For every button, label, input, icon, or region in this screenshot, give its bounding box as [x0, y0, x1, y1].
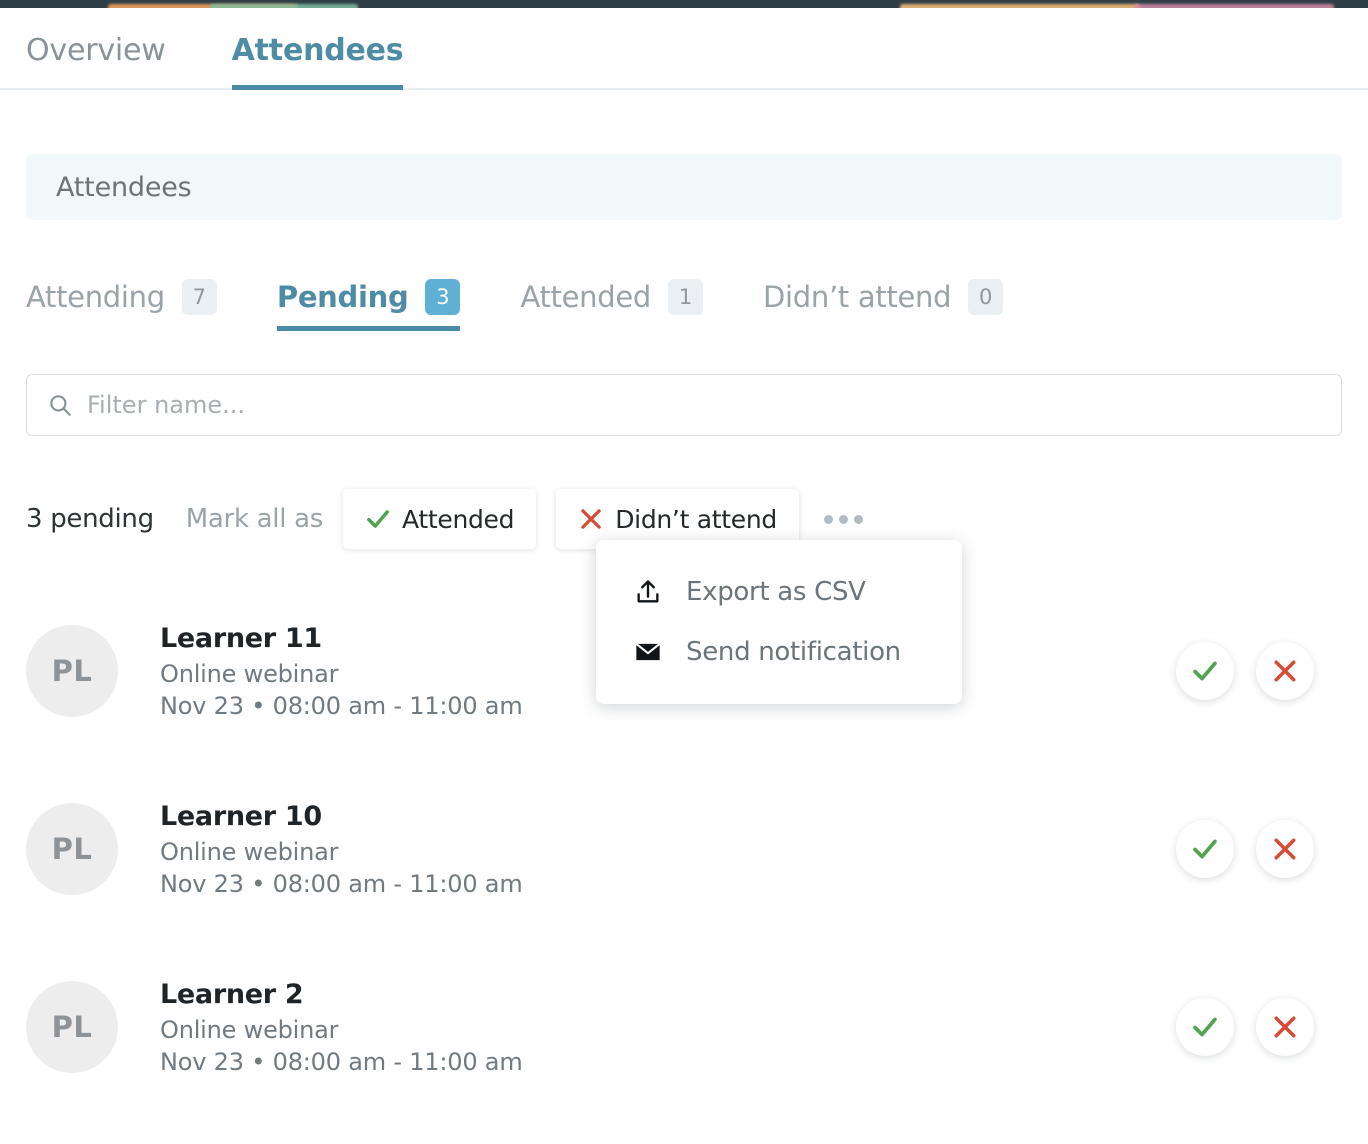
menu-item-export-csv[interactable]: Export as CSV: [596, 562, 962, 622]
mark-didnt-attend-button[interactable]: [1256, 642, 1314, 700]
page-title: Attendees: [56, 171, 192, 203]
menu-item-export-csv-label: Export as CSV: [686, 577, 866, 607]
attendee-row-actions: [1176, 642, 1342, 700]
tab-attendees-label: Attendees: [231, 33, 404, 68]
attendee-session-type: Online webinar: [160, 837, 339, 866]
subtab-pending[interactable]: Pending 3: [276, 268, 461, 331]
check-icon: [1193, 661, 1217, 681]
attendee-session-type: Online webinar: [160, 1015, 339, 1044]
mark-attended-button[interactable]: [1176, 998, 1234, 1056]
check-icon: [1193, 839, 1217, 859]
mark-all-didnt-attend-label: Didn’t attend: [615, 504, 777, 534]
subtab-pending-label: Pending: [276, 280, 409, 314]
attendee-info: Learner 2 Online webinar Nov 23 • 08:00 …: [160, 979, 1176, 1076]
close-icon: [1274, 660, 1296, 682]
filter-field[interactable]: [26, 374, 1342, 436]
subtab-attending-label: Attending: [26, 280, 165, 314]
mark-all-attended-label: Attended: [402, 504, 515, 534]
attendee-info: Learner 10 Online webinar Nov 23 • 08:00…: [160, 801, 1176, 898]
avatar: PL: [26, 625, 118, 717]
menu-item-send-notification-label: Send notification: [686, 637, 901, 667]
attendees-banner: Attendees: [26, 154, 1342, 220]
ellipsis-dot: [854, 514, 864, 524]
bulk-action-bar: 3 pending Mark all as Attended Didn’t at…: [26, 482, 1342, 704]
subtab-didnt-attend[interactable]: Didn’t attend 0: [763, 268, 1004, 326]
check-icon: [367, 510, 389, 528]
attendee-row-actions: [1176, 820, 1342, 878]
check-icon: [1193, 1017, 1217, 1037]
attendee-row: PL Learner 10 Online webinar Nov 23 • 08…: [26, 760, 1342, 938]
more-options-menu: Export as CSV Send notification: [596, 540, 962, 704]
pending-count-label: 3 pending: [26, 504, 154, 534]
mark-all-attended-button[interactable]: Attended: [343, 489, 537, 549]
tab-overview-label: Overview: [26, 33, 166, 68]
search-icon: [50, 395, 71, 416]
attendee-row: PL Learner 2 Online webinar Nov 23 • 08:…: [26, 938, 1342, 1116]
mark-didnt-attend-button[interactable]: [1256, 820, 1314, 878]
envelope-icon: [635, 643, 661, 661]
subtab-attending-count: 7: [181, 279, 217, 315]
attendee-name: Learner 10: [160, 800, 322, 832]
avatar: PL: [26, 803, 118, 895]
page-content: Attendees Attending 7 Pending 3 Attended…: [0, 154, 1368, 1116]
subtab-didnt-attend-label: Didn’t attend: [763, 280, 952, 314]
status-subtabs: Attending 7 Pending 3 Attended 1 Didn’t …: [26, 268, 1342, 331]
ellipsis-dot: [839, 514, 849, 524]
subtab-attended[interactable]: Attended 1: [520, 268, 703, 326]
subtab-pending-count: 3: [425, 279, 461, 315]
upload-icon: [637, 580, 659, 603]
attendee-session-time: Nov 23 • 08:00 am - 11:00 am: [160, 1047, 523, 1076]
tab-overview[interactable]: Overview: [26, 33, 166, 88]
mark-all-as-label: Mark all as: [185, 504, 324, 534]
close-icon: [581, 509, 601, 529]
tab-attendees[interactable]: Attendees: [231, 33, 404, 90]
more-options-button[interactable]: [821, 496, 867, 542]
subtab-attended-label: Attended: [520, 280, 651, 314]
mark-attended-button[interactable]: [1176, 820, 1234, 878]
close-icon: [1274, 1016, 1296, 1038]
close-icon: [1274, 838, 1296, 860]
primary-tabbar: Overview Attendees: [0, 8, 1368, 90]
attendee-name: Learner 2: [160, 978, 304, 1010]
subtab-didnt-attend-count: 0: [968, 279, 1004, 315]
attendee-session-time: Nov 23 • 08:00 am - 11:00 am: [160, 869, 523, 898]
window-chrome-sliver: [0, 0, 1368, 8]
mark-didnt-attend-button[interactable]: [1256, 998, 1314, 1056]
attendee-row-actions: [1176, 998, 1342, 1056]
menu-item-send-notification[interactable]: Send notification: [596, 622, 962, 682]
subtab-attended-count: 1: [668, 279, 703, 315]
mark-attended-button[interactable]: [1176, 642, 1234, 700]
subtab-attending[interactable]: Attending 7: [26, 268, 217, 326]
avatar: PL: [26, 981, 118, 1073]
ellipsis-dot: [824, 514, 834, 524]
filter-name-input[interactable]: [87, 391, 1321, 419]
